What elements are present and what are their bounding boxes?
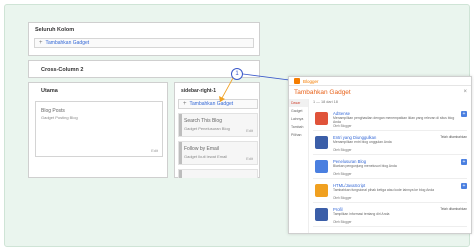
nav-item-options[interactable]: Pilihan <box>289 131 308 139</box>
add-plus-icon[interactable]: + <box>461 183 467 189</box>
brand-name: Blogger <box>303 78 319 84</box>
added-tag: Telah ditambahkan <box>440 135 467 139</box>
result-range: 1 — 18 dari 18 <box>313 100 338 104</box>
row-author: Oleh Blogger <box>333 172 352 176</box>
add-plus-icon[interactable]: + <box>461 159 467 165</box>
row-author: Oleh Blogger <box>333 220 352 224</box>
gadget-row-html-js[interactable]: HTML/JavaScript Tambahkan fungsional pih… <box>313 181 467 203</box>
gadget-row-profile[interactable]: Profil Tampilkan informasi tentang diri … <box>313 205 467 227</box>
nav-item-basic[interactable]: Dasar <box>289 99 308 107</box>
gadget-row-featured-post[interactable]: Entri yang Diunggulkan Menampilkan entri… <box>313 133 467 155</box>
dialog-title: Tambahkan Gadget <box>294 89 351 96</box>
add-gadget-dialog: Blogger Tambahkan Gadget × Dasar Gadget … <box>288 76 472 234</box>
gadget-row-adsense[interactable]: AdSense Menampilkan penghasilan dengan m… <box>313 109 467 131</box>
nav-item-more[interactable]: Lainnya <box>289 115 308 123</box>
blogger-logo-icon <box>294 78 300 84</box>
profile-icon <box>315 208 328 221</box>
dialog-sidenav: Dasar Gadget Lainnya Tambah Pilihan <box>289 99 309 233</box>
gadget-row-blog-search[interactable]: Penelusuran Blog Biarkan pengunjung mene… <box>313 157 467 179</box>
row-desc: Menampilkan penghasilan dengan menempatk… <box>333 116 455 124</box>
added-tag: Telah ditambahkan <box>440 207 467 211</box>
add-plus-icon[interactable]: + <box>461 111 467 117</box>
row-desc: Biarkan pengunjung menelusuri blog Anda <box>333 164 397 168</box>
row-desc: Tambahkan fungsional pihak ketiga atau k… <box>333 188 435 192</box>
row-author: Oleh Blogger <box>333 196 352 200</box>
row-author: Oleh Blogger <box>333 124 352 128</box>
adsense-icon <box>315 112 328 125</box>
search-icon <box>315 160 328 173</box>
row-desc: Tampilkan informasi tentang diri Anda <box>333 212 390 216</box>
close-icon[interactable]: × <box>463 89 467 95</box>
dialog-header-bar: Blogger <box>289 77 471 86</box>
featured-post-icon <box>315 136 328 149</box>
row-desc: Menampilkan entri blog unggulan Anda <box>333 140 392 144</box>
row-author: Oleh Blogger <box>333 148 352 152</box>
nav-item-gadget[interactable]: Gadget <box>289 107 308 115</box>
code-icon <box>315 184 328 197</box>
nav-item-add[interactable]: Tambah <box>289 123 308 131</box>
